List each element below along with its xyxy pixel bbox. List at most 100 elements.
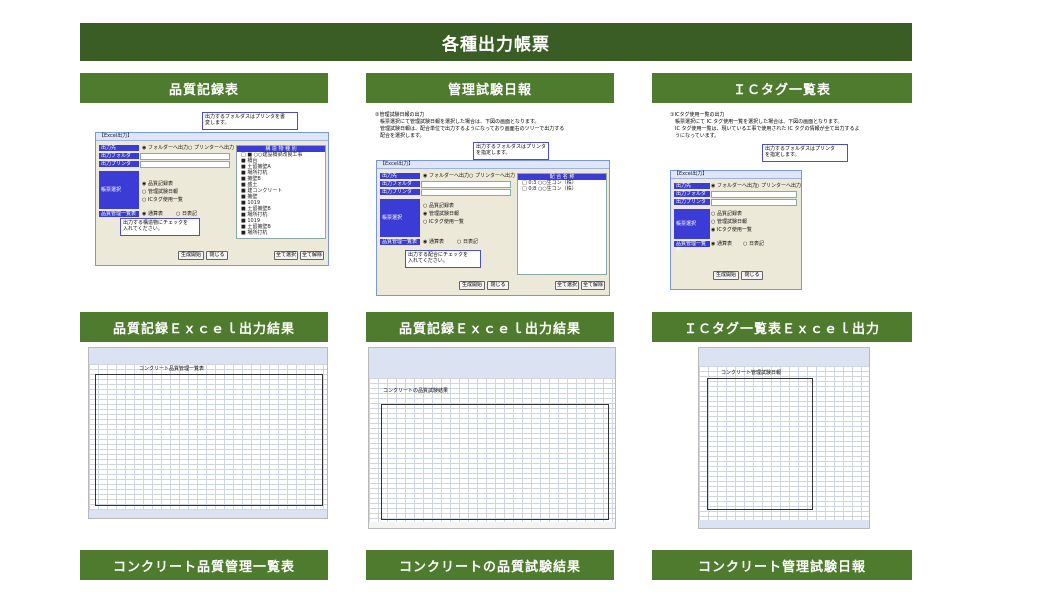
option-quality-record[interactable]: ◉ 品質記録表 — [142, 181, 173, 187]
radio-printer[interactable]: ○ プリンターへ出力 — [188, 145, 234, 151]
option-quality-record[interactable]: ○ 品質記録表 — [711, 211, 742, 217]
note-line: ①ICタグ使用一覧の出力 — [670, 112, 725, 118]
label-report-select: 帳票選択 — [99, 171, 139, 209]
excel-toolbar — [89, 348, 327, 365]
start-button[interactable]: 生成開始 — [459, 281, 485, 290]
excel-ribbon — [369, 348, 615, 379]
option-daily[interactable]: ○ 日表記 — [176, 211, 197, 217]
section-header-ic-tag-excel: ＩＣタグ一覧表Ｅｘｃｅｌ出力 — [652, 312, 912, 342]
excel-statusbar — [89, 510, 327, 518]
option-ic-tag[interactable]: ◉ ICタグ使用一覧 — [711, 227, 752, 233]
callout-folder: 出力するフォルダスはプリンタを書 変します。 — [202, 112, 298, 130]
excel-statusbar — [699, 520, 869, 528]
sheet-form — [95, 374, 323, 506]
callout-folder: 出力するフォルダスはプリンタ を指定します。 — [473, 142, 549, 160]
radio-folder[interactable]: ◉ フォルダーへ出力 — [711, 183, 757, 189]
label-output-destination: 出力先 — [674, 183, 710, 189]
screenshot-excel-ic-tag: コンクリート管理試験日報 — [698, 347, 870, 529]
screenshot-excel-quality-test: コンクリートの品質試験結果 — [368, 347, 616, 529]
structure-tree: 構 造 物 種 別 □ ■ ○○建設橋梁改良工事 ■ 橋台 ■ 土留擁壁A ■ … — [236, 145, 326, 239]
note-line: うになっています。 — [670, 133, 720, 139]
start-button[interactable]: 生成開始 — [178, 251, 204, 260]
label-output-destination: 出力先 — [380, 173, 420, 179]
note-line: IC タグ使用一覧は、現いている工事で使用された IC タグの情報が全て出力する… — [670, 126, 860, 132]
select-all-button[interactable]: 全て選択 — [274, 251, 298, 260]
label-output-folder: 出力フォルダ — [674, 191, 710, 197]
callout-check-structure: 出力する構造物にチェックを 入れてください。 — [120, 218, 200, 236]
screenshot-excel-quality-list: コンクリート品質管理一覧表 — [88, 347, 328, 519]
option-quality-record[interactable]: ○ 品質記録表 — [423, 203, 454, 209]
output-folder-input[interactable] — [711, 191, 797, 198]
output-printer-input[interactable] — [421, 189, 511, 196]
label-output-printer: 出力プリンタ — [99, 161, 139, 167]
close-button[interactable]: 閉じる — [206, 251, 228, 260]
section-header-quality-excel-1: 品質記録Ｅｘｃｅｌ出力結果 — [80, 312, 328, 342]
radio-printer[interactable]: ○ プリンターへ出力 — [755, 183, 801, 189]
option-cumulative[interactable]: ◉ 通算表 — [711, 241, 732, 247]
option-daily-test[interactable]: ◉ 管理試験日報 — [423, 211, 459, 217]
start-button[interactable]: 生成開始 — [713, 271, 739, 280]
output-printer-input[interactable] — [140, 161, 230, 168]
option-ic-tag[interactable]: ○ ICタグ使用一覧 — [423, 219, 464, 225]
label-quality-list: 品質管理一覧表 — [99, 211, 139, 217]
option-daily-test[interactable]: ○ 管理試験日報 — [711, 219, 747, 225]
section-header-quality-record: 品質記録表 — [80, 73, 328, 103]
note-line: 配合を選択します。 — [375, 133, 425, 139]
dialog-title: 【Excel出力】 — [671, 171, 801, 179]
mix-tree: 配 合 名 称 □ 0:3 ○○生コン（株） □ 0:8 ○○生コン（株） — [517, 173, 607, 275]
option-cumulative[interactable]: ◉ 通算表 — [142, 211, 163, 217]
dialog-window: 【Excel出力】 出力先 ◉ フォルダーへ出力 ○ プリンターへ出力 出力フォ… — [376, 160, 610, 296]
option-daily-test[interactable]: ○ 管理試験日報 — [142, 189, 178, 195]
section-header-ic-tag-list: ＩＣタグ一覧表 — [652, 73, 912, 103]
screenshot-daily-test-dialog: ②管理試験日報の出力 帳票選択にて管理試験日報を選択した場合は、下図の画面となり… — [373, 110, 611, 298]
output-printer-input[interactable] — [711, 199, 797, 206]
dialog-title: 【Excel出力】 — [96, 133, 328, 141]
option-ic-tag[interactable]: ○ ICタグ使用一覧 — [142, 197, 183, 203]
section-header-quality-excel-2: 品質記録Ｅｘｃｅｌ出力結果 — [366, 312, 614, 342]
sheet-title: コンクリート管理試験日報 — [721, 370, 782, 376]
label-output-destination: 出力先 — [99, 145, 139, 151]
note-line: ②管理試験日報の出力 — [375, 112, 425, 118]
section-header-concrete-daily-report: コンクリート管理試験日報 — [652, 550, 912, 580]
note-line: 帳票選択にて管理試験日報を選択した場合は、下図の画面となります。 — [375, 119, 540, 125]
label-report-select: 帳票選択 — [380, 199, 420, 237]
screenshot-ic-tag-dialog: ①ICタグ使用一覧の出力 帳票選択にて IC タグ使用一覧を選択した場合は、下図… — [668, 110, 900, 292]
option-daily[interactable]: ○ 日表記 — [457, 239, 478, 245]
section-header-concrete-quality-test: コンクリートの品質試験結果 — [366, 550, 614, 580]
label-quality-list: 品質管理一覧表 — [380, 239, 420, 245]
radio-folder[interactable]: ◉ フォルダーへ出力 — [142, 145, 188, 151]
label-report-select: 帳票選択 — [674, 209, 710, 239]
screenshot-quality-record-dialog: 【Excel出力】 出力先 ◉ フォルダーへ出力 ○ プリンターへ出力 出力フォ… — [92, 110, 330, 267]
section-header-daily-test-report: 管理試験日報 — [366, 73, 614, 103]
callout-check-mix: 出力する配合にチェックを 入れてください。 — [405, 250, 481, 268]
label-output-folder: 出力フォルダ — [99, 153, 139, 159]
clear-all-button[interactable]: 全て解除 — [300, 251, 324, 260]
sheet-title: コンクリートの品質試験結果 — [383, 388, 449, 394]
output-folder-input[interactable] — [140, 153, 230, 160]
note-line: 帳票選択にて IC タグ使用一覧を選択した場合は、下図の画面となります。 — [670, 119, 843, 125]
option-cumulative[interactable]: ◉ 通算表 — [423, 239, 444, 245]
close-button[interactable]: 閉じる — [487, 281, 509, 290]
sheet-title: コンクリート品質管理一覧表 — [139, 366, 205, 372]
output-folder-input[interactable] — [421, 181, 511, 188]
label-output-printer: 出力プリンタ — [674, 199, 710, 205]
select-all-button[interactable]: 全て選択 — [555, 281, 579, 290]
note-line: 管理試験日報は、配合単位で出力するようになっており画面右のツリーで出力する — [375, 126, 565, 132]
excel-toolbar — [699, 348, 869, 367]
page-banner: 各種出力帳票 — [80, 23, 912, 61]
dialog-title: 【Excel出力】 — [377, 161, 609, 169]
radio-printer[interactable]: ○ プリンターへ出力 — [469, 173, 515, 179]
sheet-form — [707, 378, 813, 510]
clear-all-button[interactable]: 全て解除 — [581, 281, 605, 290]
sheet-form — [381, 404, 609, 520]
callout-folder: 出力するフォルダスはプリンタ を指定します。 — [762, 144, 848, 162]
dialog-window: 【Excel出力】 出力先 ◉ フォルダーへ出力 ○ プリンターへ出力 出力フォ… — [670, 170, 802, 290]
close-button[interactable]: 閉じる — [741, 271, 763, 280]
tree-item[interactable]: □ 0:8 ○○生コン（株） — [518, 186, 606, 192]
section-header-concrete-quality-list: コンクリート品質管理一覧表 — [80, 550, 328, 580]
label-quality-list: 品質管理一覧表 — [674, 241, 710, 253]
tree-item[interactable]: ■ 場所打杭 — [237, 230, 325, 236]
radio-folder[interactable]: ◉ フォルダーへ出力 — [423, 173, 469, 179]
dialog-window: 【Excel出力】 出力先 ◉ フォルダーへ出力 ○ プリンターへ出力 出力フォ… — [95, 132, 329, 266]
option-daily[interactable]: ○ 日表記 — [743, 241, 764, 247]
